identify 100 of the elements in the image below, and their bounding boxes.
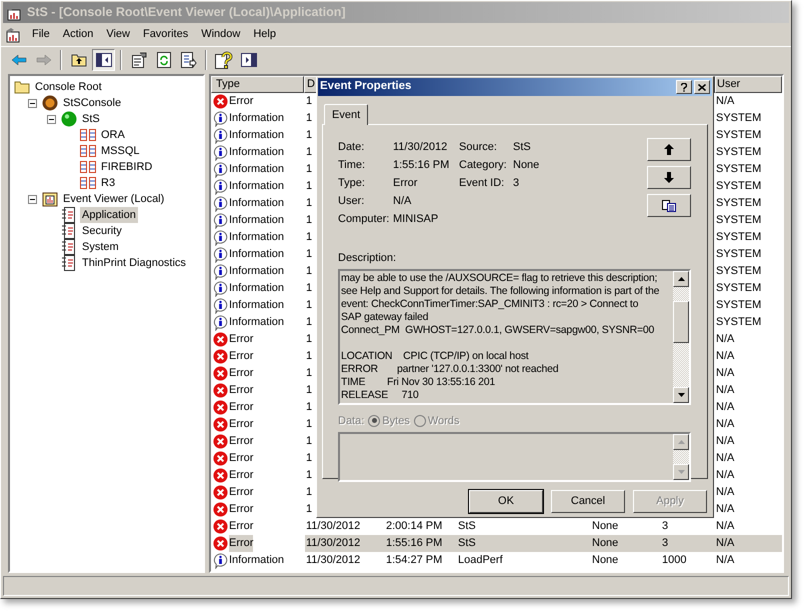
table-cell: 2:00:14 PM: [386, 520, 442, 532]
dialog-tab[interactable]: Event: [324, 104, 368, 125]
table-cell: None: [592, 520, 618, 532]
tree-item[interactable]: ORA: [99, 126, 127, 144]
menu-item[interactable]: Favorites: [136, 24, 194, 45]
table-cell: 3: [662, 520, 668, 532]
menu-item[interactable]: Action: [56, 24, 100, 45]
tree-item[interactable]: System: [80, 238, 121, 256]
tree-item[interactable]: MSSQL: [99, 142, 142, 160]
next-button[interactable]: [647, 166, 691, 189]
dialog-button[interactable]: OK: [469, 490, 543, 513]
copy-button[interactable]: [647, 194, 691, 217]
table-cell: N/A: [716, 333, 734, 346]
scroll-down-button[interactable]: [673, 464, 689, 480]
field-value: 11/30/2012: [393, 140, 448, 155]
table-cell-text: Information: [229, 247, 284, 262]
table-cell-text: Information: [229, 264, 284, 280]
field-label: Type:: [338, 176, 366, 191]
table-row[interactable]: 11/30/2012 1:54:27 PM LoadPerf None 1000 N/A: [305, 552, 782, 569]
scroll-up-button[interactable]: [673, 434, 689, 450]
info-icon: [213, 264, 228, 280]
field-value: 3: [513, 176, 520, 191]
log-icon: [62, 255, 76, 271]
table-cell-text: Error: [229, 400, 254, 416]
close-icon: [698, 84, 706, 90]
table-cell-text: Information: [229, 281, 284, 296]
tree-item[interactable]: StS: [80, 110, 102, 128]
table-cell: SYSTEM: [716, 231, 762, 244]
table-cell: Error: [229, 535, 254, 552]
menu-item[interactable]: File: [26, 24, 56, 45]
log-icon: [62, 223, 76, 239]
table-cell: 1: [306, 401, 312, 414]
description-line: SAP gateway failed: [341, 310, 430, 324]
info-icon: [213, 552, 228, 568]
table-cell-text: Information: [229, 179, 284, 194]
scroll-down-button[interactable]: [673, 386, 689, 402]
table-row[interactable]: 11/30/2012 1:55:16 PM StS None 3 N/A: [305, 535, 782, 552]
field-label: Date:: [338, 140, 366, 155]
table-cell: 1: [306, 486, 312, 498]
table-cell-text: Error: [229, 485, 254, 500]
table-cell: N/A: [716, 520, 734, 532]
orb-icon: [42, 95, 58, 111]
info-icon: [213, 230, 228, 246]
table-cell: N/A: [716, 95, 734, 108]
expander-box[interactable]: [28, 98, 37, 108]
table-cell-text: Error: [229, 383, 254, 398]
table-cell-text: Error: [229, 94, 254, 110]
question-mark-icon: [681, 82, 687, 92]
table-row[interactable]: 11/30/2012 2:00:14 PM StS None 3 N/A: [305, 518, 782, 535]
description-box[interactable]: [338, 268, 691, 404]
toolbar-button[interactable]: [212, 48, 235, 70]
description-line: may be able to use the /AUXSOURCE= flag to retrieve this description;: [341, 272, 658, 284]
down-caret-icon: [678, 392, 684, 396]
table-cell: 11/30/2012: [306, 520, 360, 532]
action-pane-icon: [240, 52, 256, 66]
table-cell: 1: [306, 95, 312, 108]
table-cell: N/A: [716, 452, 734, 464]
scrollbar[interactable]: [673, 434, 689, 480]
table-cell: 1: [306, 435, 312, 448]
field-value: None: [513, 158, 540, 173]
down-arrow-icon: [664, 172, 674, 183]
tree-item[interactable]: R3: [99, 174, 118, 192]
description-label: Description:: [338, 251, 398, 266]
tree-item[interactable]: Console Root: [33, 78, 104, 96]
app-menu-icon[interactable]: [5, 26, 21, 42]
menu-item[interactable]: Window: [195, 24, 246, 45]
show-tree-icon: [96, 52, 112, 66]
menu-item[interactable]: Help: [247, 24, 282, 45]
tree-item[interactable]: StSConsole: [61, 94, 124, 112]
window-title: StS - [Console Root\Event Viewer (Local)\Application]: [27, 4, 346, 22]
table-cell: N/A: [716, 401, 734, 414]
scroll-thumb[interactable]: [673, 300, 689, 342]
help-button[interactable]: [676, 80, 692, 94]
tree-item[interactable]: Application: [80, 206, 138, 224]
table-icon: [80, 128, 96, 142]
dialog-button[interactable]: Cancel: [551, 490, 625, 513]
table-cell: 1:54:27 PM: [386, 554, 442, 566]
table-cell: 1000: [662, 554, 686, 566]
column-header[interactable]: User: [715, 76, 782, 93]
error-icon: [213, 383, 228, 398]
toolbar-button[interactable]: [92, 48, 115, 70]
data-box[interactable]: [338, 432, 691, 482]
tree-item[interactable]: Security: [80, 222, 124, 240]
scroll-up-button[interactable]: [673, 270, 689, 286]
expander-box[interactable]: [47, 114, 56, 124]
table-cell-text: Information: [229, 196, 284, 212]
table-cell-text: Error: [229, 434, 254, 450]
description-line: RELEASE 710: [341, 388, 420, 402]
table-cell-text: Information: [229, 298, 284, 314]
tree-item[interactable]: Event Viewer (Local): [61, 190, 166, 208]
expander-box[interactable]: [28, 194, 37, 204]
previous-button[interactable]: [647, 138, 691, 161]
close-button[interactable]: [694, 80, 710, 94]
column-header[interactable]: Type: [211, 76, 304, 93]
menu-item[interactable]: View: [100, 24, 136, 45]
table-cell-text: Information: [229, 213, 284, 228]
scrollbar[interactable]: [673, 270, 689, 402]
tree-item[interactable]: ThinPrint Diagnostics: [80, 254, 188, 272]
table-icon: [80, 160, 96, 174]
tree-item[interactable]: FIREBIRD: [99, 158, 154, 176]
